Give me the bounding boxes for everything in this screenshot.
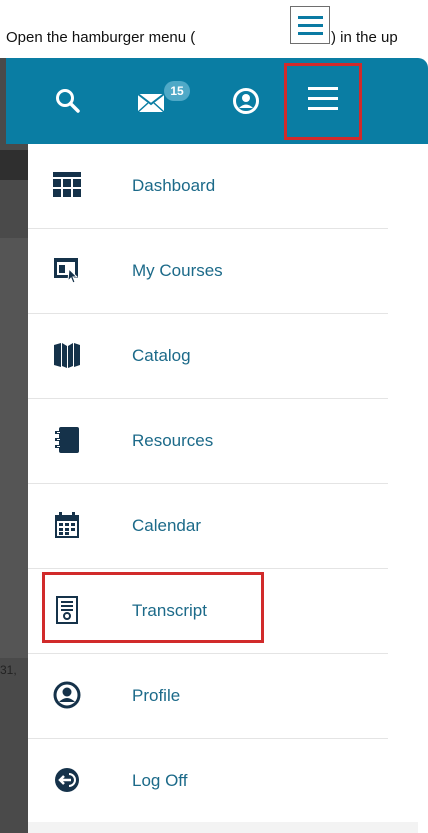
background-page (0, 58, 28, 833)
dashboard-grid-icon (53, 172, 81, 197)
search-icon[interactable] (55, 88, 81, 114)
calendar-icon (55, 512, 79, 538)
hamburger-icon (308, 87, 338, 90)
instruction-text-after: ) in the up (331, 29, 398, 46)
hamburger-menu-button[interactable] (284, 63, 362, 140)
logoff-icon (55, 768, 79, 792)
book-icon (54, 343, 80, 368)
background-cut-text: 31, (0, 663, 17, 677)
menu-item-catalog[interactable]: Catalog (28, 314, 388, 399)
user-circle-icon[interactable] (232, 87, 260, 115)
menu-item-label: Catalog (132, 346, 191, 365)
menu-item-label: Profile (132, 686, 181, 705)
menu-item-profile[interactable]: Profile (28, 654, 388, 739)
menu-item-calendar[interactable]: Calendar (28, 484, 388, 569)
instruction-text-before: Open the hamburger menu ( (6, 29, 196, 46)
notebook-icon (55, 427, 79, 453)
hamburger-illustration-icon (290, 6, 330, 44)
mail-badge: 15 (164, 81, 190, 101)
menu-item-log-off[interactable]: Log Off (28, 739, 388, 824)
menu-item-label: Log Off (132, 771, 188, 790)
menu-item-label: My Courses (132, 261, 223, 280)
menu-footer (28, 822, 418, 833)
menu-item-label: Resources (132, 431, 214, 450)
menu-item-label: Calendar (132, 516, 201, 535)
menu-item-dashboard[interactable]: Dashboard (28, 144, 388, 229)
instruction-text: Open the hamburger menu ( ) in the up (0, 0, 428, 58)
profile-icon (53, 681, 81, 709)
courses-icon (54, 258, 79, 284)
menu-item-label: Dashboard (132, 176, 216, 195)
transcript-highlight (42, 572, 264, 643)
menu-item-resources[interactable]: Resources (28, 399, 388, 484)
menu-item-my-courses[interactable]: My Courses (28, 229, 388, 314)
